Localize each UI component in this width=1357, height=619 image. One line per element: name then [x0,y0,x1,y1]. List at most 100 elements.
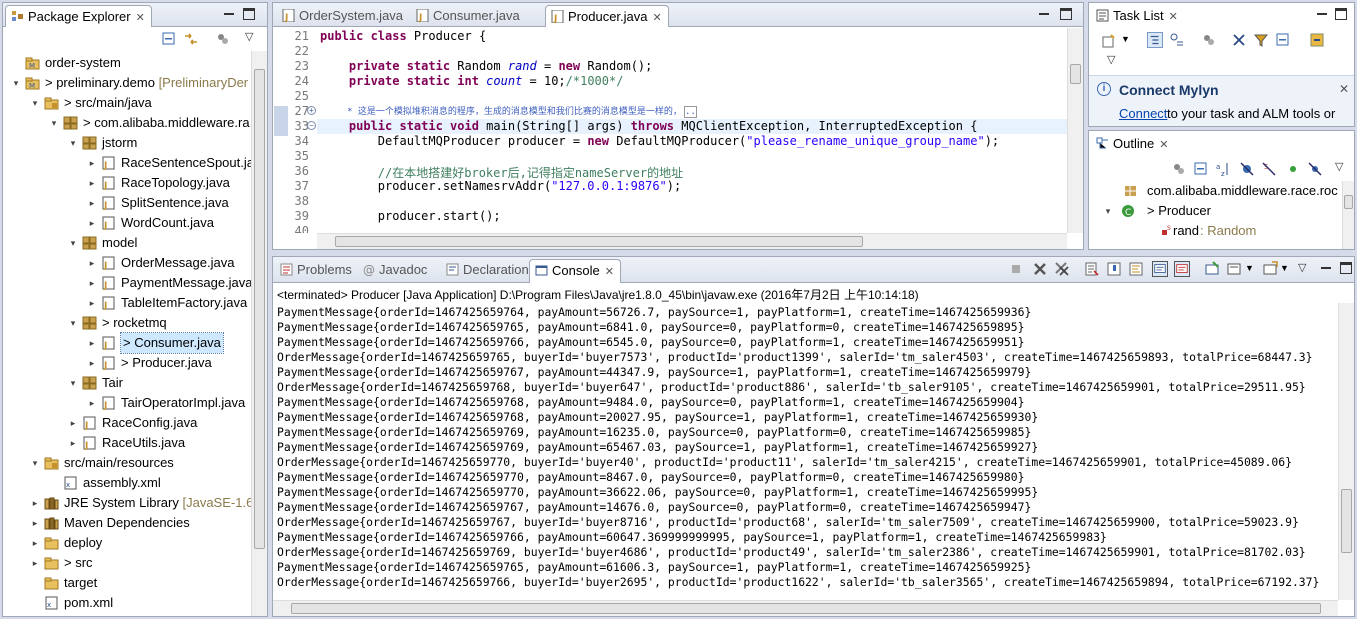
tree-item[interactable]: ▸ J OrderMessage.java [3,253,251,273]
tree-item[interactable]: ▸ J TableItemFactory.java [3,293,251,313]
console-horizontal-scrollbar[interactable] [273,600,1338,616]
display-selected-console-icon[interactable] [1226,261,1242,277]
console-vertical-scrollbar[interactable] [1338,303,1354,600]
outline-scroll-thumb[interactable] [1344,195,1353,209]
tree-item[interactable]: ▸ J RaceConfig.java [3,413,251,433]
tree-item[interactable]: x pom.xml [3,593,251,613]
scroll-lock-icon[interactable] [1106,261,1122,277]
chevron-right-icon[interactable]: ▸ [87,333,97,353]
mylyn-connect-link[interactable]: Connect [1119,106,1167,121]
editor-tab[interactable]: J Producer.java ✕ [545,5,669,27]
console-scroll-thumb[interactable] [1341,489,1352,553]
chevron-down-icon[interactable]: ▾ [68,313,78,333]
close-icon[interactable]: ✕ [1159,138,1168,151]
editor-horizontal-scrollbar[interactable] [317,233,1067,249]
maximize-icon[interactable] [1340,262,1352,274]
chevron-right-icon[interactable]: ▸ [87,253,97,273]
chevron-down-icon[interactable]: ▾ [11,73,21,93]
chevron-right-icon[interactable]: ▸ [87,273,97,293]
minimize-icon[interactable] [1038,8,1050,20]
clear-console-icon[interactable] [1084,261,1100,277]
chevron-right-icon[interactable]: ▸ [87,173,97,193]
chevron-right-icon[interactable]: ▸ [68,413,78,433]
synchronize-icon[interactable] [1309,32,1325,48]
collapse-all-icon[interactable] [161,31,177,47]
tree-item[interactable]: ▾ > com.alibaba.middleware.ra [3,113,251,133]
hide-completed-icon[interactable] [1231,32,1247,48]
tree-item[interactable]: ▸ > src [3,553,251,573]
tab-task-list[interactable]: Task List ✕ [1091,5,1184,27]
chevron-right-icon[interactable]: ▸ [87,393,97,413]
minimize-icon[interactable] [1316,8,1328,20]
filter-icon[interactable] [1253,32,1269,48]
tree-item[interactable]: target [3,573,251,593]
chevron-right-icon[interactable]: ▸ [68,433,78,453]
tree-item[interactable]: ▾ Tair [3,373,251,393]
view-menu-icon[interactable]: ▽ [245,30,253,43]
chevron-down-icon[interactable]: ▾ [68,233,78,253]
hide-static-icon[interactable]: S [1261,161,1277,177]
word-wrap-icon[interactable] [1128,261,1144,277]
hide-fields-icon[interactable] [1239,161,1255,177]
view-menu-icon[interactable]: ▽ [1298,261,1306,274]
tree-item[interactable]: ▾ model [3,233,251,253]
scheduled-icon[interactable] [1169,32,1185,48]
categorized-icon[interactable] [1147,32,1163,48]
focus-icon[interactable] [1171,161,1187,177]
tree-item[interactable]: ▸ J > Producer.java [3,353,251,373]
close-icon[interactable]: ✕ [605,265,614,278]
chevron-down-icon[interactable]: ▼ [1245,263,1254,273]
chevron-right-icon[interactable]: ▸ [30,533,40,553]
tree-item[interactable]: ▸ J WordCount.java [3,213,251,233]
chevron-right-icon[interactable]: ▸ [87,353,97,373]
minimize-icon[interactable] [223,8,235,20]
remove-launch-icon[interactable] [1032,261,1048,277]
close-icon[interactable]: ✕ [1339,82,1349,96]
tree-vertical-scrollbar[interactable] [251,51,267,616]
outline-vertical-scrollbar[interactable] [1342,181,1354,249]
tree-item[interactable]: ▸ J SplitSentence.java [3,193,251,213]
tree-item[interactable]: ▸ J TairOperatorImpl.java [3,393,251,413]
focus-icon[interactable] [215,31,231,47]
close-icon[interactable]: ✕ [1169,10,1178,23]
editor-hscroll-thumb[interactable] [335,236,863,247]
pin-console-icon[interactable] [1204,261,1220,277]
console-hscroll-thumb[interactable] [291,603,1321,614]
focus-icon[interactable] [1201,32,1217,48]
maximize-icon[interactable] [1060,8,1072,20]
tab-console[interactable]: Console ✕ [529,259,621,283]
chevron-right-icon[interactable]: ▸ [87,293,97,313]
tree-item[interactable]: ▸ deploy [3,533,251,553]
tree-item[interactable]: ▸ Maven Dependencies [3,513,251,533]
chevron-down-icon[interactable]: ▾ [68,133,78,153]
editor-tab[interactable]: J OrderSystem.java [277,5,409,27]
tree-scroll-thumb[interactable] [254,69,265,549]
collapse-fold-icon[interactable]: − [307,121,316,130]
tab-declaration[interactable]: Declaration [441,259,535,283]
view-menu-icon[interactable]: ▽ [1335,160,1343,173]
tree-item[interactable]: ▸ J > Consumer.java [3,332,251,354]
chevron-right-icon[interactable]: ▸ [30,493,40,513]
close-icon[interactable]: ✕ [136,11,145,24]
tree-item[interactable]: ▸ J RaceTopology.java [3,173,251,193]
maximize-icon[interactable] [1335,8,1347,20]
tree-item[interactable]: ▾ jstorm [3,133,251,153]
remove-all-terminated-icon[interactable] [1054,261,1070,277]
editor-scroll-thumb[interactable] [1070,64,1081,84]
tab-package-explorer[interactable]: Package Explorer ✕ [5,5,152,27]
chevron-down-icon[interactable]: ▼ [1121,34,1130,44]
view-menu-icon[interactable]: ▽ [1107,53,1115,66]
collapse-all-icon[interactable] [1275,32,1291,48]
tree-item[interactable]: ▾ > rocketmq [3,313,251,333]
tree-item[interactable]: ▸ J RaceUtils.java [3,433,251,453]
open-console-icon[interactable] [1262,261,1278,277]
terminate-icon[interactable] [1008,261,1024,277]
chevron-down-icon[interactable]: ▾ [68,373,78,393]
tree-item[interactable]: ▸ J PaymentMessage.java [3,273,251,293]
tree-item[interactable]: Morder-system [3,53,251,73]
tree-item[interactable]: ▾ M > preliminary.demo [PreliminaryDer [3,73,251,93]
chevron-right-icon[interactable]: ▸ [87,193,97,213]
chevron-right-icon[interactable]: ▸ [87,213,97,233]
chevron-down-icon[interactable]: ▾ [1103,201,1113,221]
console-output[interactable]: PaymentMessage{orderId=1467425659764, pa… [273,303,1338,600]
